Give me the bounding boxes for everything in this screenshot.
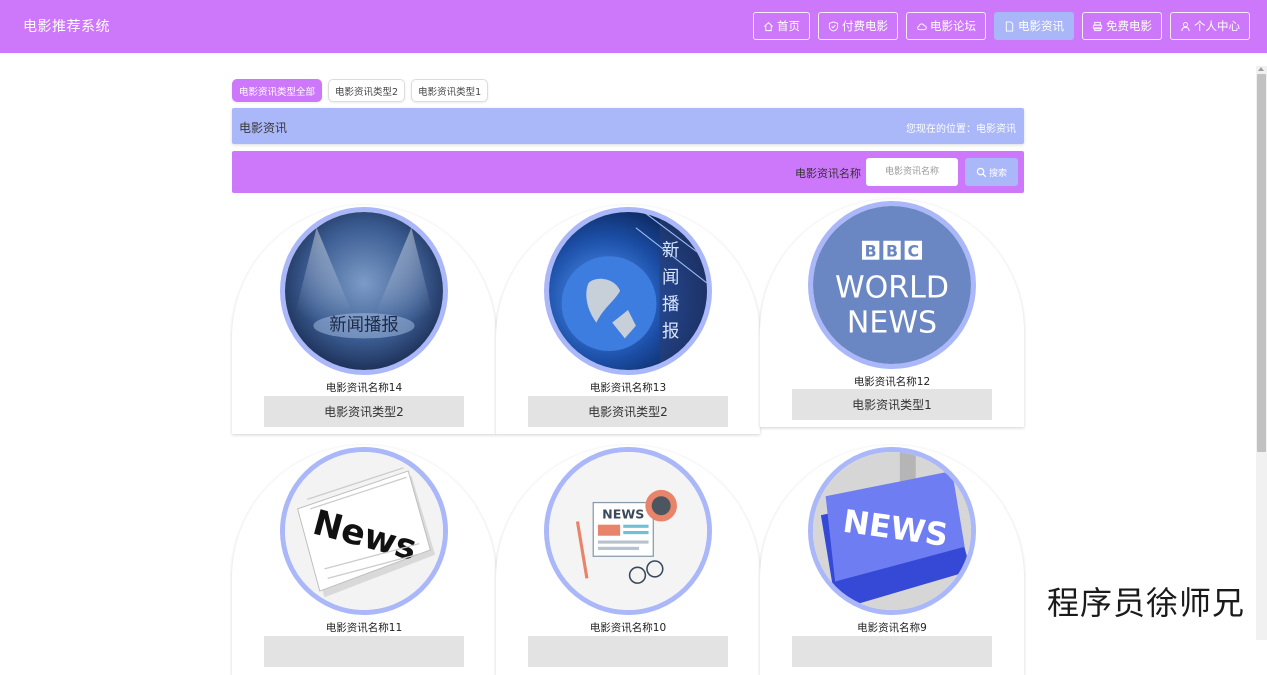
- nav-home-label: 首页: [777, 19, 800, 33]
- news-type-badge: 电影资讯类型1: [792, 389, 992, 420]
- nav-news-button[interactable]: 电影资讯: [994, 12, 1074, 40]
- news-card[interactable]: NEWS 电影资讯名称9: [760, 445, 1024, 675]
- news-type-badge: 电影资讯类型2: [528, 396, 728, 427]
- svg-text:报: 报: [662, 322, 679, 342]
- main-nav: 首页 付费电影 电影论坛 电影资讯 免费电影 个人中心: [753, 12, 1250, 40]
- news-name: 电影资讯名称14: [325, 382, 403, 394]
- nav-free-movies-button[interactable]: 免费电影: [1082, 12, 1162, 40]
- svg-text:B: B: [886, 242, 898, 261]
- nav-paid-movies-label: 付费电影: [842, 19, 888, 33]
- search-label: 电影资讯名称: [795, 167, 861, 180]
- printer-icon: [1092, 21, 1103, 31]
- scroll-up-arrow-icon[interactable]: [1258, 67, 1264, 71]
- tab-type-1[interactable]: 电影资讯类型1: [411, 79, 489, 102]
- news-card[interactable]: 新 闻 播 报 电影资讯名称13 电影资讯类型2: [496, 205, 760, 434]
- nav-forum-label: 电影论坛: [930, 19, 976, 33]
- top-navbar: 电影推荐系统 首页 付费电影 电影论坛 电影资讯 免费电影 个人中心: [0, 0, 1267, 53]
- search-bar: 电影资讯名称 搜索: [232, 151, 1024, 193]
- news-image[interactable]: 新 闻 播 报: [544, 207, 712, 375]
- news-image[interactable]: NEWS: [808, 447, 976, 615]
- news-card[interactable]: NEWS 电影资讯名称10: [496, 445, 760, 675]
- tab-type-2[interactable]: 电影资讯类型2: [328, 79, 406, 102]
- news-image[interactable]: B B C WORLD NEWS: [808, 201, 976, 369]
- news-card[interactable]: B B C WORLD NEWS 电影资讯名称12 电影资讯类型1: [760, 199, 1024, 427]
- news-image[interactable]: NEWS: [544, 447, 712, 615]
- news-card[interactable]: News 电影资讯名称11: [232, 445, 496, 675]
- document-icon: [1005, 20, 1014, 32]
- site-brand[interactable]: 电影推荐系统: [23, 16, 110, 36]
- search-icon: [976, 167, 987, 177]
- svg-text:播: 播: [662, 295, 679, 315]
- page-title: 电影资讯: [239, 121, 288, 135]
- cloud-icon: [917, 23, 927, 30]
- breadcrumb: 电影资讯 您现在的位置：电影资讯: [232, 108, 1024, 144]
- news-name: 电影资讯名称11: [325, 622, 403, 634]
- news-type-badge: [528, 636, 728, 667]
- category-tabs: 电影资讯类型全部 电影资讯类型2 电影资讯类型1: [232, 79, 489, 102]
- nav-forum-button[interactable]: 电影论坛: [906, 12, 986, 40]
- svg-text:新: 新: [662, 241, 679, 261]
- news-type-badge: [264, 636, 464, 667]
- news-name: 电影资讯名称9: [857, 622, 927, 634]
- page-scrollbar[interactable]: [1256, 66, 1267, 640]
- shield-icon: [828, 20, 839, 32]
- news-image[interactable]: News: [280, 447, 448, 615]
- svg-text:NEWS: NEWS: [602, 506, 644, 521]
- news-type-badge: [792, 636, 992, 667]
- news-name: 电影资讯名称13: [589, 382, 667, 394]
- watermark: 程序员徐师兄: [1046, 584, 1245, 622]
- nav-profile-label: 个人中心: [1194, 19, 1240, 33]
- svg-text:WORLD: WORLD: [835, 271, 949, 306]
- nav-profile-button[interactable]: 个人中心: [1170, 12, 1250, 40]
- news-card[interactable]: 新闻播报 电影资讯名称14 电影资讯类型2: [232, 205, 496, 434]
- svg-text:闻: 闻: [662, 268, 679, 288]
- current-location: 您现在的位置：电影资讯: [906, 124, 1016, 135]
- nav-free-movies-label: 免费电影: [1106, 19, 1152, 33]
- news-image[interactable]: 新闻播报: [280, 207, 448, 375]
- search-button[interactable]: 搜索: [965, 158, 1018, 186]
- news-type-badge: 电影资讯类型2: [264, 396, 464, 427]
- search-input[interactable]: [866, 158, 958, 186]
- tab-all-types[interactable]: 电影资讯类型全部: [232, 79, 323, 102]
- svg-text:B: B: [865, 242, 877, 261]
- news-name: 电影资讯名称10: [589, 622, 667, 634]
- news-name: 电影资讯名称12: [853, 376, 931, 388]
- home-icon: [764, 21, 773, 31]
- search-button-label: 搜索: [988, 168, 1007, 179]
- svg-text:NEWS: NEWS: [847, 305, 937, 340]
- nav-news-label: 电影资讯: [1018, 19, 1064, 33]
- nav-paid-movies-button[interactable]: 付费电影: [818, 12, 898, 40]
- user-icon: [1181, 21, 1190, 31]
- svg-text:C: C: [908, 242, 920, 261]
- svg-text:新闻播报: 新闻播报: [329, 316, 399, 336]
- nav-home-button[interactable]: 首页: [753, 12, 810, 40]
- scrollbar-thumb[interactable]: [1257, 74, 1266, 452]
